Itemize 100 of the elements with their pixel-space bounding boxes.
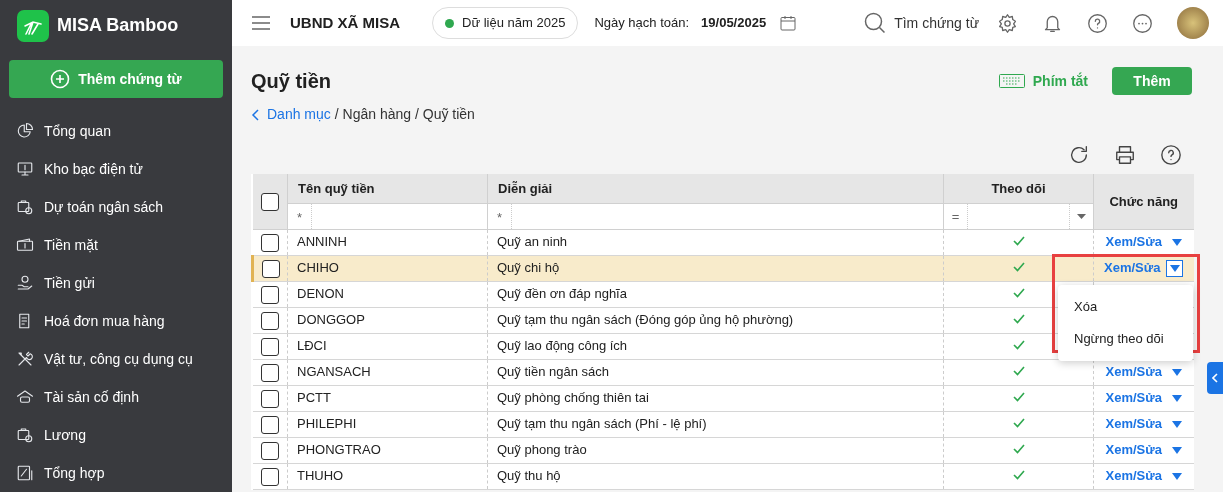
table-cell: Quỹ lao động công ích (497, 338, 628, 354)
table-cell: PHILEPHI (297, 416, 357, 432)
table-cell: Quỹ chi hộ (497, 260, 560, 276)
table-cell: NGANSACH (297, 364, 371, 380)
table-cell: ANNINH (297, 234, 347, 250)
table-cell: Quỹ tạm thu ngân sách (Đóng góp ủng hộ phường) (497, 312, 794, 328)
search-icon (864, 12, 887, 34)
sidebar-item[interactable]: Tổng quan (0, 112, 232, 150)
caret-icon (1169, 264, 1180, 272)
checkmark-icon (1012, 340, 1025, 351)
filter-field[interactable]: * (488, 203, 943, 229)
caret-icon (1171, 394, 1182, 402)
view-edit-link[interactable]: Xem/Sửa (1105, 466, 1162, 486)
select-all-checkbox[interactable] (260, 193, 279, 212)
row-checkbox[interactable] (260, 363, 279, 382)
checkmark-icon (1012, 418, 1025, 429)
filter-field[interactable]: * (288, 203, 487, 229)
sidebar-item[interactable]: Tổng hợp (0, 454, 232, 492)
caret-icon (1171, 368, 1182, 376)
view-edit-link[interactable]: Xem/Sửa (1104, 258, 1161, 278)
caret-icon (1171, 472, 1182, 480)
page-title: Quỹ tiền (251, 69, 331, 94)
more-icon[interactable] (1132, 12, 1153, 34)
percent-document-icon (16, 464, 34, 482)
tools-icon (16, 350, 34, 368)
help-icon[interactable] (1087, 12, 1108, 34)
view-edit-link[interactable]: Xem/Sửa (1105, 362, 1162, 382)
sidebar-item[interactable]: Vật tư, công cụ dụng cụ (0, 340, 232, 378)
sidebar-item[interactable]: Lương (0, 416, 232, 454)
hand-coin-icon (16, 274, 34, 292)
column-header: Diễn giải (487, 174, 944, 203)
row-checkbox[interactable] (260, 233, 279, 252)
table-cell: Quỹ phong trào (497, 442, 587, 458)
search-field[interactable]: Tìm chứng từ (864, 12, 980, 34)
organization-name: UBND XÃ MISA (290, 12, 400, 33)
side-panel-toggle[interactable] (1207, 362, 1223, 394)
table-cell: Quỹ tạm thu ngân sách (Phí - lệ phí) (497, 416, 707, 432)
breadcrumb-link[interactable]: Danh mục (267, 104, 331, 125)
table-cell: PCTT (297, 390, 331, 406)
sidebar-item[interactable]: Tiền gửi (0, 264, 232, 302)
table-cell: Quỹ đền ơn đáp nghĩa (497, 286, 627, 302)
row-checkbox[interactable] (260, 311, 279, 330)
table-cell: CHIHO (297, 260, 339, 276)
briefcase-coin-icon (16, 198, 34, 216)
table-cell: PHONGTRAO (297, 442, 381, 458)
table-row[interactable]: PCTT Quỹ phòng chống thiên tai Xem/Sửa (252, 385, 1194, 411)
checkmark-icon (1012, 288, 1025, 299)
posting-date[interactable]: 19/05/2025 (701, 13, 767, 33)
view-edit-link[interactable]: Xem/Sửa (1105, 414, 1162, 434)
filter-dropdown[interactable]: = (944, 203, 1093, 229)
table-row[interactable]: PHONGTRAO Quỹ phong trào Xem/Sửa (252, 437, 1194, 463)
table-row[interactable]: CHIHO Quỹ chi hộ Xem/Sửa (252, 255, 1194, 281)
table-cell: DENON (297, 286, 344, 302)
sidebar-item[interactable]: Dự toán ngân sách (0, 188, 232, 226)
chevron-left-icon (1212, 373, 1218, 383)
calendar-icon[interactable] (780, 15, 797, 31)
back-chevron-icon[interactable] (251, 108, 261, 121)
date-label: Ngày hạch toán: (594, 14, 690, 33)
row-checkbox[interactable] (261, 259, 280, 278)
settings-icon[interactable] (997, 12, 1018, 34)
table-row[interactable]: ANNINH Quỹ an ninh Xem/Sửa (252, 229, 1194, 255)
dropdown-toggle[interactable] (1166, 259, 1184, 277)
brand-name: MISA Bamboo (57, 14, 179, 38)
checkmark-icon (1012, 314, 1025, 325)
print-icon[interactable] (1114, 144, 1136, 166)
caret-icon (1171, 446, 1182, 454)
sidebar-item[interactable]: Hoá đơn mua hàng (0, 302, 232, 340)
plus-circle-icon (50, 69, 71, 90)
table-row[interactable]: PHILEPHI Quỹ tạm thu ngân sách (Phí - lệ phí) Xem/Sửa (252, 411, 1194, 437)
help-icon[interactable] (1160, 144, 1182, 166)
view-edit-link[interactable]: Xem/Sửa (1105, 232, 1162, 252)
sidebar-item[interactable]: Tài sản cố định (0, 378, 232, 416)
column-header: Theo dõi (943, 174, 1094, 203)
table-row[interactable]: NGANSACH Quỹ tiền ngân sách Xem/Sửa (252, 359, 1194, 385)
table-cell: Quỹ an ninh (497, 234, 568, 250)
breadcrumb-path: / Ngân hàng / Quỹ tiền (334, 105, 475, 124)
row-checkbox[interactable] (260, 389, 279, 408)
view-edit-link[interactable]: Xem/Sửa (1105, 440, 1162, 460)
column-header: Tên quỹ tiền (287, 174, 488, 203)
view-edit-link[interactable]: Xem/Sửa (1105, 388, 1162, 408)
checkmark-icon (1012, 444, 1025, 455)
row-checkbox[interactable] (260, 441, 279, 460)
table-cell: Quỹ tiền ngân sách (497, 364, 610, 380)
menu-icon[interactable] (252, 16, 270, 30)
table-cell: DONGGOP (297, 312, 365, 328)
checkmark-icon (1012, 470, 1025, 481)
row-checkbox[interactable] (260, 467, 279, 486)
sidebar-item[interactable]: Tiền mặt (0, 226, 232, 264)
avatar[interactable] (1177, 7, 1209, 39)
table-row[interactable]: THUHO Quỹ thu hộ Xem/Sửa (252, 463, 1194, 489)
row-checkbox[interactable] (260, 337, 279, 356)
caret-icon (1171, 420, 1182, 428)
table-cell: LĐCI (297, 338, 327, 354)
caret-icon (1171, 238, 1182, 246)
table-cell: THUHO (297, 468, 344, 484)
pie-chart-icon (16, 122, 34, 140)
sidebar-item[interactable]: Kho bạc điện tử (0, 150, 232, 188)
row-checkbox[interactable] (260, 285, 279, 304)
row-checkbox[interactable] (260, 415, 279, 434)
refresh-icon[interactable] (1068, 144, 1090, 166)
